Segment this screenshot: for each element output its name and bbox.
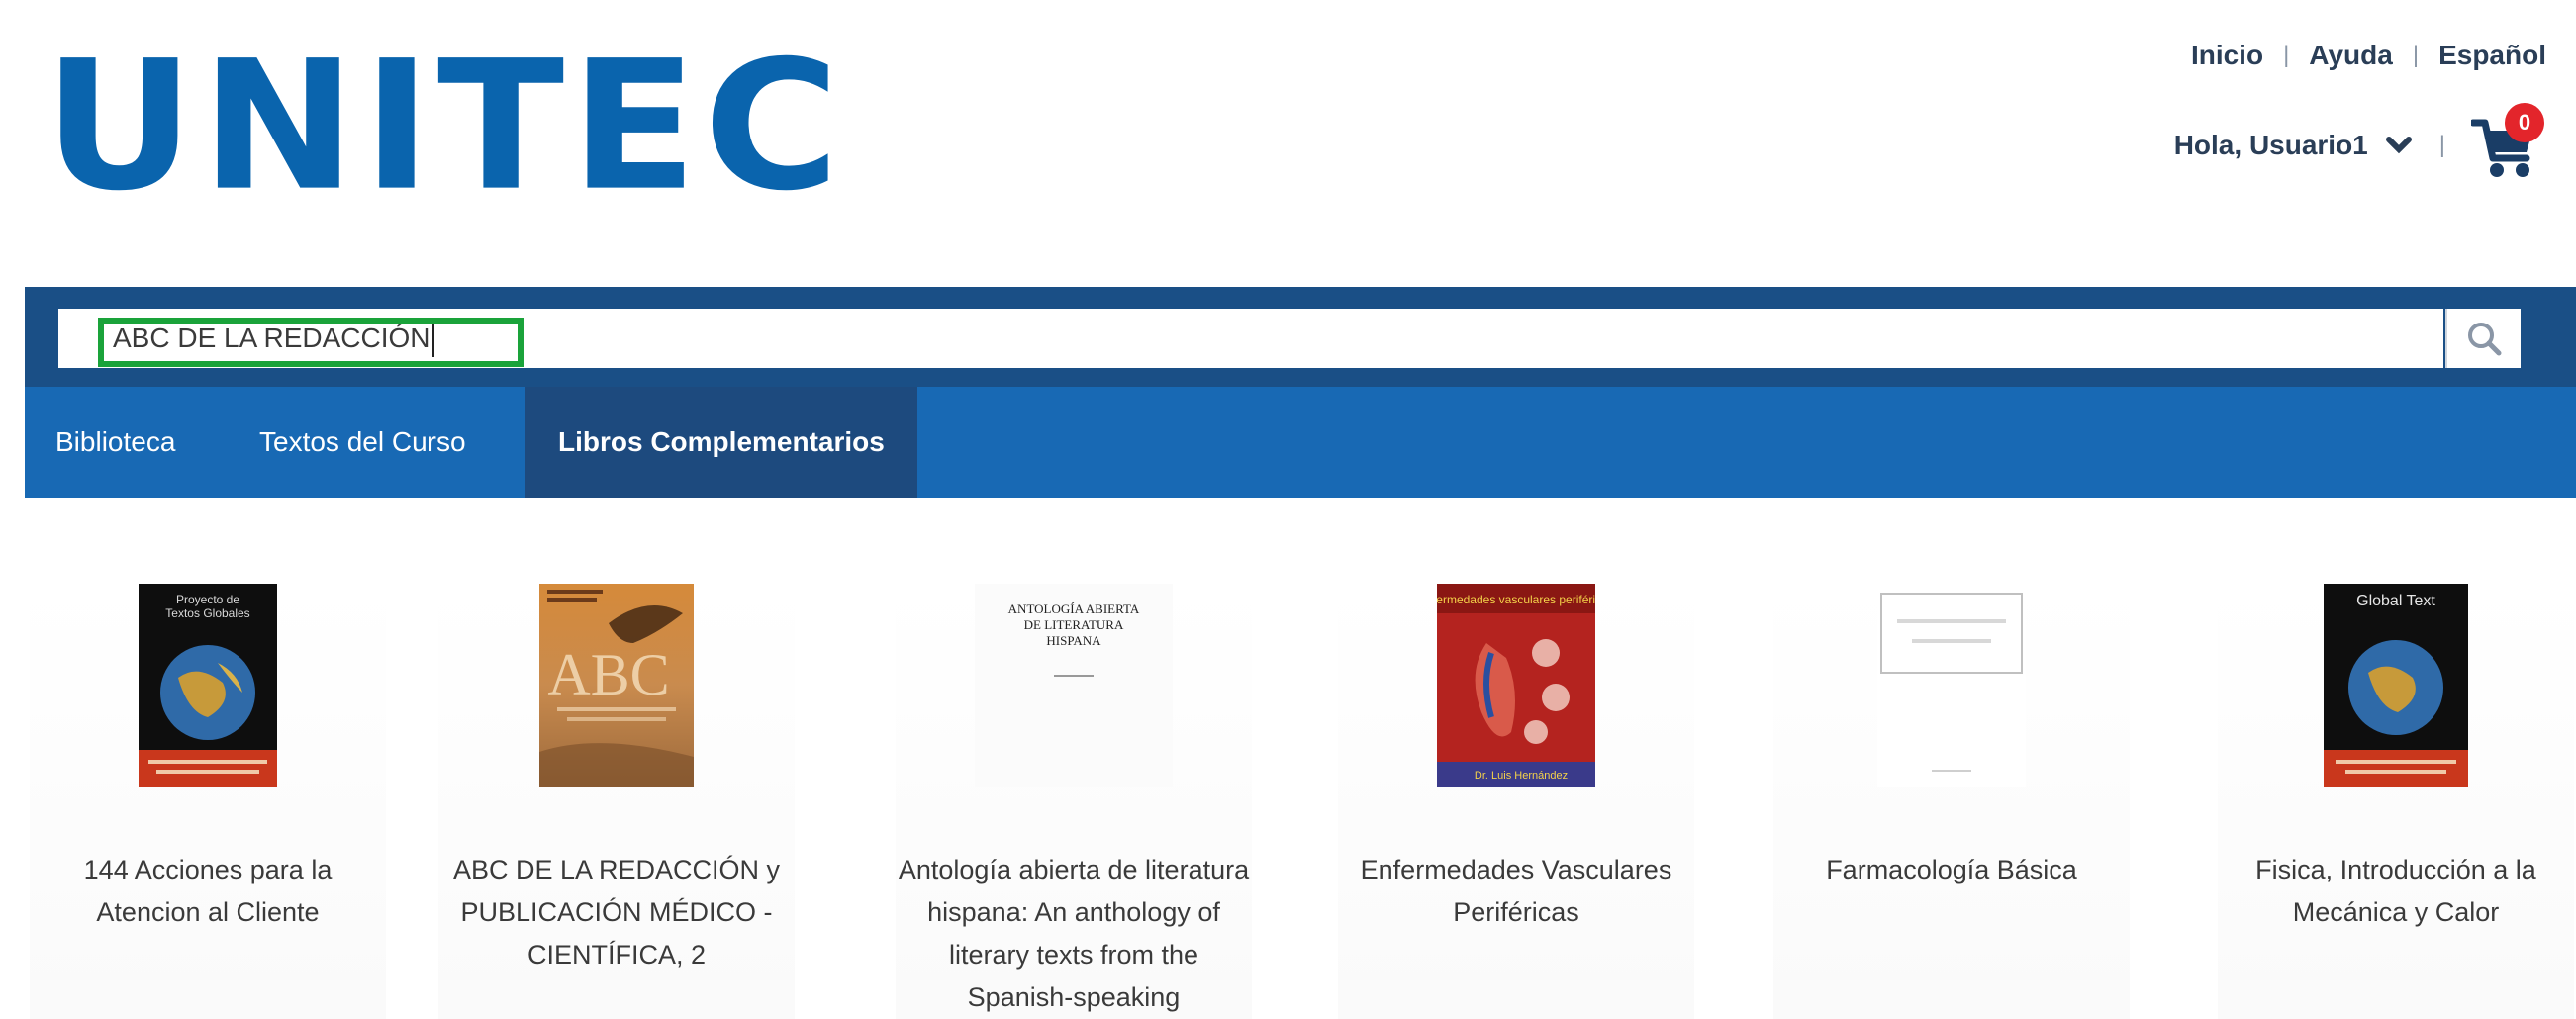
user-separator: | <box>2438 132 2445 158</box>
search-icon <box>2468 323 2502 356</box>
search-bar: ABC DE LA REDACCIÓN <box>25 287 2576 387</box>
cart-button[interactable]: 0 <box>2469 103 2544 180</box>
unitec-logo[interactable]: UNITEC <box>44 38 846 216</box>
book-cover[interactable]: ANTOLOGÍA ABIERTA DE LITERATURA HISPANA <box>975 584 1173 787</box>
svg-text:Textos Globales: Textos Globales <box>165 606 249 620</box>
book-card[interactable]: Proyecto de Textos Globales 144 Acciones… <box>30 584 386 1019</box>
book-card[interactable]: Enfermedades vasculares periféricas Dr. … <box>1338 584 1694 1019</box>
book-cover[interactable]: Global Text <box>2324 584 2468 787</box>
book-title[interactable]: Fisica, Introducción a la Mecánica y Cal… <box>2218 849 2574 934</box>
nav-bar: Biblioteca Textos del Curso Libros Compl… <box>25 387 2576 498</box>
svg-text:Proyecto de: Proyecto de <box>176 593 239 606</box>
svg-text:Global Text: Global Text <box>2356 593 2435 609</box>
search-input[interactable]: ABC DE LA REDACCIÓN <box>58 309 2443 368</box>
svg-text:Enfermedades vasculares perifé: Enfermedades vasculares periféricas <box>1437 593 1595 606</box>
top-links: Inicio | Ayuda | Español <box>2191 40 2546 71</box>
book-card[interactable]: ABC ABC DE LA REDACCIÓN y PUBLICACIÓN MÉ… <box>438 584 795 1019</box>
book-title[interactable]: Enfermedades Vasculares Periféricas <box>1338 849 1694 934</box>
user-row: Hola, Usuario1 | 0 <box>2174 103 2544 180</box>
svg-text:DE LITERATURA: DE LITERATURA <box>1024 617 1124 632</box>
book-cover[interactable]: Enfermedades vasculares periféricas Dr. … <box>1437 584 1595 787</box>
book-cover[interactable]: Proyecto de Textos Globales <box>139 584 277 787</box>
svg-text:HISPANA: HISPANA <box>1046 633 1101 648</box>
search-button[interactable] <box>2445 309 2521 368</box>
home-link[interactable]: Inicio <box>2191 40 2263 71</box>
link-separator: | <box>2283 42 2290 68</box>
svg-text:Dr. Luis Hernández: Dr. Luis Hernández <box>1475 770 1568 782</box>
search-focus-highlight <box>98 318 524 367</box>
tab-textos-del-curso[interactable]: Textos del Curso <box>259 387 466 498</box>
tab-libros-complementarios[interactable]: Libros Complementarios <box>525 387 917 498</box>
book-title[interactable]: Antología abierta de literatura hispana:… <box>896 849 1252 1019</box>
book-card[interactable]: Global Text Fisica, Introducción a la Me… <box>2218 584 2574 1019</box>
book-cover[interactable] <box>1877 584 2026 787</box>
tab-biblioteca[interactable]: Biblioteca <box>55 387 175 498</box>
book-title[interactable]: Farmacología Básica <box>1773 849 2130 891</box>
link-separator: | <box>2412 42 2420 68</box>
book-card[interactable]: Farmacología Básica <box>1773 584 2130 1019</box>
svg-text:ABC: ABC <box>547 642 669 707</box>
chevron-down-icon[interactable] <box>2385 136 2412 155</box>
cart-count-badge: 0 <box>2505 103 2544 142</box>
help-link[interactable]: Ayuda <box>2309 40 2393 71</box>
user-greeting[interactable]: Hola, Usuario1 <box>2174 130 2368 161</box>
book-card[interactable]: ANTOLOGÍA ABIERTA DE LITERATURA HISPANA … <box>896 584 1252 1019</box>
book-cover[interactable]: ABC <box>539 584 694 787</box>
language-link[interactable]: Español <box>2438 40 2546 71</box>
book-title[interactable]: 144 Acciones para la Atencion al Cliente <box>30 849 386 934</box>
book-title[interactable]: ABC DE LA REDACCIÓN y PUBLICACIÓN MÉDICO… <box>438 849 795 976</box>
svg-text:ANTOLOGÍA ABIERTA: ANTOLOGÍA ABIERTA <box>1008 602 1140 616</box>
